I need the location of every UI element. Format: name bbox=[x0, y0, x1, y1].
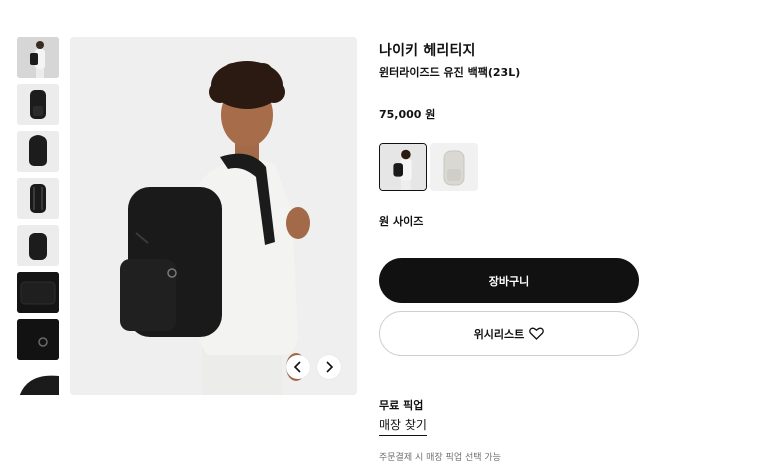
thumbnail-back[interactable] bbox=[17, 178, 59, 219]
product-price: 75,000 원 bbox=[379, 108, 436, 121]
add-to-cart-button[interactable]: 장바구니 bbox=[379, 258, 639, 303]
size-label: 원 사이즈 bbox=[379, 215, 424, 228]
color-light-bone-backpack-icon bbox=[430, 143, 478, 191]
chevron-right-icon bbox=[326, 361, 334, 373]
color-option-light-bone[interactable] bbox=[430, 143, 478, 191]
model-wearing-backpack-illustration bbox=[70, 37, 357, 395]
thumbnail-pocket-detail[interactable] bbox=[17, 272, 59, 313]
pickup-note: 주문결제 시 매장 픽업 선택 가능 bbox=[379, 453, 501, 463]
find-store-link[interactable]: 매장 찾기 bbox=[379, 416, 427, 436]
thumbnail-model[interactable] bbox=[17, 37, 59, 78]
product-brand: 나이키 헤리티지 bbox=[379, 43, 476, 59]
backpack-front-thumbnail-icon bbox=[17, 84, 59, 125]
heart-outline-icon bbox=[529, 327, 545, 340]
zipper-detail-thumbnail-icon bbox=[17, 319, 59, 360]
free-pickup-title: 무료 픽업 bbox=[379, 399, 424, 412]
product-name: 윈터라이즈드 유진 백팩(23L) bbox=[379, 66, 521, 79]
thumbnail-strip bbox=[17, 37, 59, 395]
model-with-backpack-thumbnail-icon bbox=[17, 37, 59, 78]
backpack-angle-thumbnail-icon bbox=[17, 131, 59, 172]
thumbnail-zipper-detail[interactable] bbox=[17, 319, 59, 360]
color-option-black[interactable] bbox=[379, 143, 427, 191]
pocket-detail-thumbnail-icon bbox=[17, 272, 59, 313]
chevron-left-icon bbox=[293, 361, 301, 373]
top-detail-thumbnail-icon bbox=[17, 366, 59, 395]
thumbnail-side[interactable] bbox=[17, 225, 59, 266]
next-image-button[interactable] bbox=[317, 355, 341, 379]
wishlist-button[interactable]: 위시리스트 bbox=[379, 311, 639, 356]
previous-image-button[interactable] bbox=[286, 355, 310, 379]
thumbnail-front[interactable] bbox=[17, 84, 59, 125]
color-black-model-thumbnail-icon bbox=[380, 144, 426, 190]
backpack-back-thumbnail-icon bbox=[17, 178, 59, 219]
thumbnail-top-detail[interactable] bbox=[17, 366, 59, 395]
backpack-side-thumbnail-icon bbox=[17, 225, 59, 266]
main-product-image bbox=[70, 37, 357, 395]
thumbnail-angle[interactable] bbox=[17, 131, 59, 172]
wishlist-label: 위시리스트 bbox=[473, 327, 525, 341]
